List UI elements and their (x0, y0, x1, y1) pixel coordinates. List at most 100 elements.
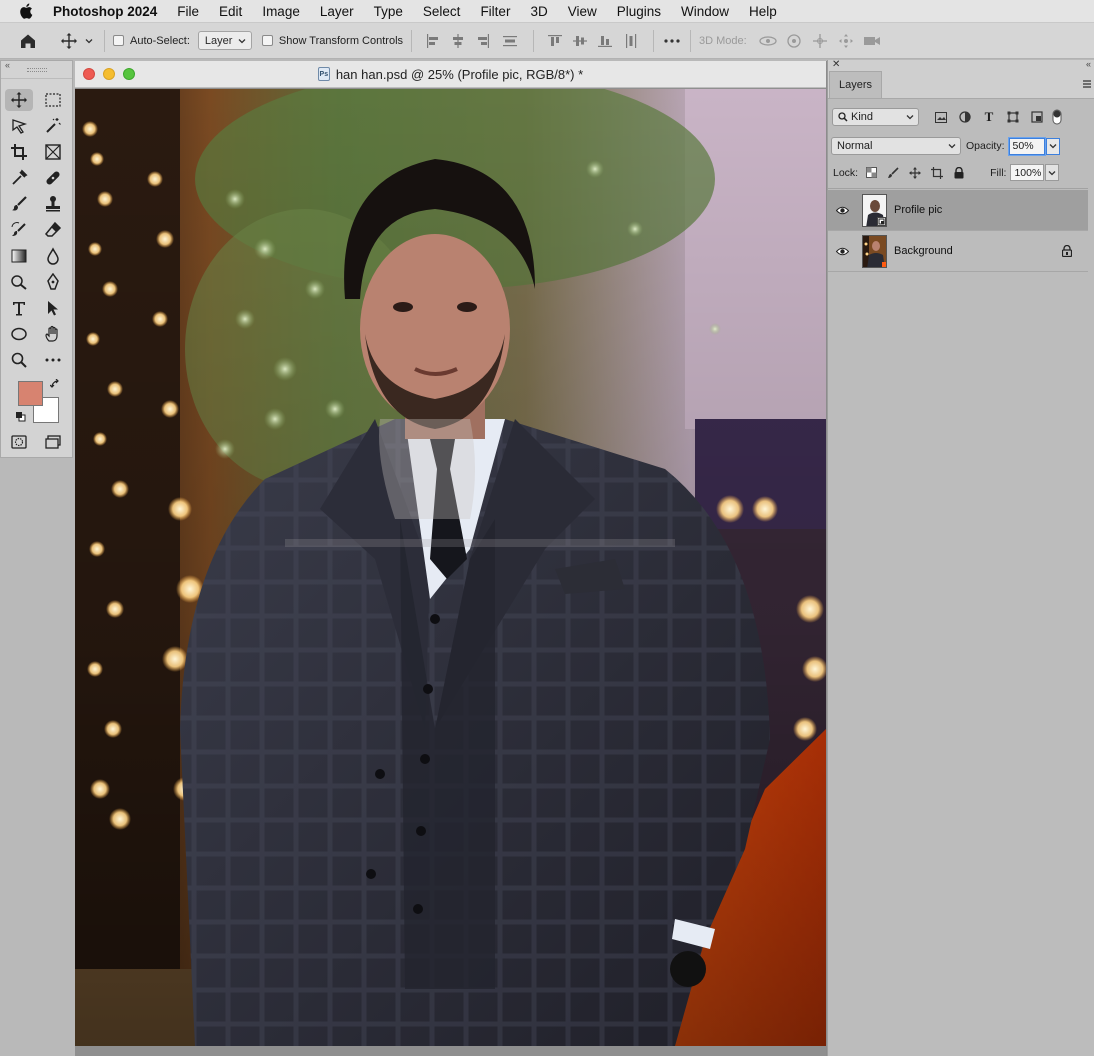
gradient-tool[interactable] (5, 245, 33, 267)
opacity-input[interactable]: 50% (1008, 137, 1045, 155)
rectangular-marquee-tool[interactable] (39, 89, 67, 111)
menu-filter[interactable]: Filter (470, 0, 520, 23)
align-right-edges-icon[interactable] (470, 33, 495, 49)
fill-input[interactable]: 100% (1010, 164, 1045, 181)
layer-name[interactable]: Background (894, 245, 953, 257)
apple-icon[interactable] (0, 3, 52, 19)
3d-roll-icon[interactable] (781, 33, 807, 49)
filter-adjustment-layers-icon[interactable] (953, 111, 977, 123)
type-tool[interactable] (5, 297, 33, 319)
panel-menu-icon[interactable] (1082, 79, 1092, 92)
align-bottom-edges-icon[interactable] (592, 33, 617, 49)
hand-tool[interactable] (39, 323, 67, 345)
tab-layers[interactable]: Layers (829, 71, 883, 98)
3d-camera-icon[interactable] (859, 35, 885, 47)
collapse-panel-icon[interactable]: « (5, 60, 10, 70)
filter-shape-layers-icon[interactable] (1001, 111, 1025, 123)
layer-row-profile-pic[interactable]: Profile pic (828, 190, 1088, 231)
move-tool-preset-icon[interactable] (56, 32, 82, 50)
layer-lock-icon[interactable] (1061, 244, 1073, 260)
align-top-edges-icon[interactable] (542, 33, 567, 49)
foreground-color-swatch[interactable] (18, 381, 43, 406)
collapse-panel-icon[interactable]: « (1086, 59, 1091, 69)
lock-artboard-icon[interactable] (926, 166, 948, 179)
menu-plugins[interactable]: Plugins (607, 0, 671, 23)
zoom-tool[interactable] (5, 349, 33, 371)
lock-position-icon[interactable] (904, 166, 926, 179)
home-icon[interactable] (0, 32, 56, 50)
auto-select-checkbox[interactable] (113, 35, 124, 46)
path-selection-tool[interactable] (39, 297, 67, 319)
filter-smart-objects-icon[interactable] (1025, 111, 1049, 123)
distribute-vertical-icon[interactable] (495, 33, 525, 49)
document-canvas[interactable] (75, 89, 826, 1046)
visibility-eye-icon[interactable] (828, 206, 856, 215)
lasso-tool[interactable] (5, 115, 33, 137)
filter-pixel-layers-icon[interactable] (929, 111, 953, 123)
edit-toolbar-button[interactable] (39, 349, 67, 371)
blur-tool[interactable] (39, 245, 67, 267)
menu-view[interactable]: View (558, 0, 607, 23)
lock-transparent-pixels-icon[interactable] (860, 167, 882, 178)
3d-pan-icon[interactable] (807, 33, 833, 49)
app-name-menu[interactable]: Photoshop 2024 (52, 0, 167, 23)
eraser-tool[interactable] (39, 219, 67, 241)
stamp-icon (46, 196, 60, 212)
chevron-down-icon[interactable] (82, 38, 96, 44)
menu-window[interactable]: Window (671, 0, 739, 23)
blend-mode-dropdown[interactable]: Normal (831, 137, 961, 155)
filter-kind-dropdown[interactable]: Kind (832, 108, 919, 126)
visibility-eye-icon[interactable] (828, 247, 856, 256)
menu-file[interactable]: File (167, 0, 209, 23)
magic-wand-tool[interactable] (39, 115, 67, 137)
pen-tool[interactable] (39, 271, 67, 293)
document-title-bar[interactable]: Ps han han.psd @ 25% (Profile pic, RGB/8… (75, 61, 826, 88)
lock-all-icon[interactable] (948, 166, 970, 179)
panel-grip[interactable] (26, 67, 47, 72)
3d-orbit-icon[interactable] (755, 34, 781, 48)
photo-composite (75, 89, 826, 1046)
align-vertical-centers-icon[interactable] (567, 33, 592, 49)
move-tool[interactable] (5, 89, 33, 111)
layer-row-background[interactable]: Background (828, 231, 1088, 272)
menu-layer[interactable]: Layer (310, 0, 364, 23)
tools-panel-header[interactable]: « (1, 60, 72, 79)
filter-type-layers-icon[interactable]: T (977, 109, 1001, 125)
menu-edit[interactable]: Edit (209, 0, 252, 23)
menu-type[interactable]: Type (364, 0, 413, 23)
fill-slider-toggle[interactable] (1045, 164, 1060, 181)
dodge-icon (11, 275, 27, 290)
default-colors-icon[interactable] (15, 411, 26, 425)
swap-colors-icon[interactable] (49, 378, 61, 393)
zoom-window-button[interactable] (123, 68, 135, 80)
eyedropper-tool[interactable] (5, 167, 33, 189)
align-left-edges-icon[interactable] (420, 33, 445, 49)
show-transform-controls-checkbox[interactable] (261, 35, 273, 46)
dodge-tool[interactable] (5, 271, 33, 293)
quick-mask-mode-button[interactable] (5, 431, 33, 453)
minimize-window-button[interactable] (103, 68, 115, 80)
more-options-icon[interactable] (662, 38, 682, 43)
clone-stamp-tool[interactable] (39, 193, 67, 215)
ellipse-tool[interactable] (5, 323, 33, 345)
filter-toggle-icon[interactable] (1049, 109, 1065, 125)
brush-tool[interactable] (5, 193, 33, 215)
healing-brush-tool[interactable] (39, 167, 67, 189)
auto-select-target-dropdown[interactable]: Layer (197, 31, 252, 50)
align-horizontal-centers-icon[interactable] (445, 33, 470, 49)
close-panel-icon[interactable]: ✕ (832, 59, 840, 70)
distribute-horizontal-icon[interactable] (617, 33, 645, 49)
close-window-button[interactable] (83, 68, 95, 80)
3d-slide-icon[interactable] (833, 33, 859, 49)
lock-image-pixels-icon[interactable] (882, 166, 904, 179)
crop-tool[interactable] (5, 141, 33, 163)
menu-3d[interactable]: 3D (520, 0, 557, 23)
screen-mode-button[interactable] (39, 431, 67, 453)
layer-name[interactable]: Profile pic (894, 204, 942, 216)
opacity-slider-toggle[interactable] (1045, 137, 1060, 155)
history-brush-tool[interactable] (5, 219, 33, 241)
frame-tool[interactable] (39, 141, 67, 163)
menu-select[interactable]: Select (413, 0, 471, 23)
menu-help[interactable]: Help (739, 0, 787, 23)
menu-image[interactable]: Image (252, 0, 310, 23)
